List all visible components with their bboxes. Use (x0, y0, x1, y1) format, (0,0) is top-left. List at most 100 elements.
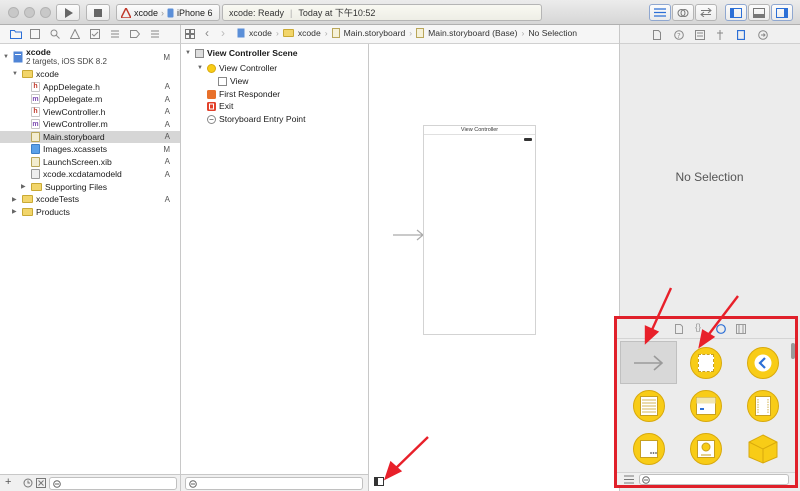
breadcrumb-item[interactable]: xcode (298, 28, 321, 38)
disclosure-triangle-icon[interactable]: ▼ (12, 71, 20, 77)
minimize-window-button[interactable] (24, 7, 35, 18)
outline-view[interactable]: View (218, 76, 248, 86)
library-item-tab-bar-controller[interactable] (734, 384, 791, 427)
show-outline-button[interactable] (374, 477, 384, 486)
nav-file-main-storyboard[interactable]: Main.storyboard A (0, 130, 180, 143)
identity-inspector-icon[interactable] (695, 30, 705, 40)
library-item-collection-view-controller[interactable] (677, 384, 734, 427)
version-editor-button[interactable] (695, 4, 717, 21)
navigator-filter-bar: + (0, 474, 181, 491)
related-items-icon[interactable] (185, 29, 195, 39)
source-file-icon: m (31, 119, 40, 130)
grid-view-icon[interactable] (624, 475, 634, 484)
outline-exit[interactable]: Exit (207, 101, 233, 111)
breadcrumb-item[interactable]: Main.storyboard (Base) (428, 28, 517, 38)
disclosure-triangle-icon[interactable]: ▼ (197, 65, 205, 71)
attributes-inspector-icon[interactable] (716, 30, 724, 40)
outline-scene[interactable]: ▼ View Controller Scene (185, 48, 298, 58)
outline-filter-input[interactable] (185, 477, 363, 490)
report-icon[interactable] (150, 29, 160, 39)
nav-file-appdelegate-m[interactable]: m AppDelegate.m A (0, 93, 180, 106)
back-button[interactable]: ‹ (205, 26, 209, 40)
asset-catalog-icon (31, 144, 40, 155)
disclosure-triangle-icon[interactable]: ▼ (185, 50, 193, 56)
chevron-right-icon: › (275, 28, 279, 38)
toggle-utilities-button[interactable] (771, 4, 793, 21)
view-controller-frame[interactable]: View Controller (423, 125, 536, 335)
library-filter-input[interactable] (639, 474, 789, 485)
library-item-glkit-view-controller[interactable] (734, 427, 791, 470)
breakpoint-icon[interactable] (130, 29, 140, 39)
test-icon[interactable] (90, 29, 100, 39)
scheme-selector[interactable]: xcode › iPhone 6 (116, 4, 220, 21)
breadcrumb-item[interactable]: No Selection (528, 28, 577, 38)
project-subtitle: 2 targets, iOS SDK 8.2 (26, 57, 107, 66)
folder-icon[interactable] (10, 29, 22, 39)
object-library-icon[interactable] (716, 324, 726, 334)
toggle-navigator-button[interactable] (725, 4, 747, 21)
breadcrumb-item[interactable]: xcode (249, 28, 272, 38)
disclosure-triangle-icon[interactable]: ▼ (3, 54, 11, 60)
nav-folder-xcode[interactable]: ▼ xcode (0, 68, 180, 81)
project-navigator: ▼ xcode 2 targets, iOS SDK 8.2 M ▼ xcode… (0, 44, 181, 474)
filter-input[interactable] (49, 477, 177, 490)
run-button[interactable] (56, 4, 80, 21)
outline-first-responder-label: First Responder (219, 89, 281, 99)
add-button[interactable]: + (5, 476, 11, 488)
assistant-editor-button[interactable] (672, 4, 694, 21)
disclosure-triangle-icon[interactable]: ▶ (12, 208, 20, 215)
outline-first-responder[interactable]: First Responder (207, 89, 280, 99)
entry-point-arrow-icon[interactable] (393, 229, 425, 241)
nav-file-launchscreen-xib[interactable]: LaunchScreen.xib A (0, 156, 180, 169)
library-item-split-view-controller[interactable] (620, 427, 677, 470)
help-inspector-icon[interactable]: ? (674, 30, 684, 40)
forward-button[interactable]: › (221, 26, 225, 40)
status-badge: M (163, 52, 170, 62)
disclosure-triangle-icon[interactable]: ▶ (12, 196, 20, 203)
code-snippet-icon[interactable]: {} (695, 322, 701, 332)
connections-inspector-icon[interactable] (758, 30, 768, 40)
close-window-button[interactable] (8, 7, 19, 18)
file-template-icon[interactable] (675, 324, 683, 334)
size-inspector-icon[interactable] (737, 30, 745, 40)
library-item-entry-arrow[interactable] (620, 341, 677, 384)
nav-file-appdelegate-h[interactable]: h AppDelegate.h A (0, 81, 180, 94)
outline-entry-point[interactable]: Storyboard Entry Point (207, 114, 305, 124)
status-badge: A (164, 194, 170, 204)
file-inspector-icon[interactable] (653, 30, 661, 40)
nav-file-datamodel[interactable]: xcode.xcdatamodeld A (0, 168, 180, 181)
stop-button[interactable] (86, 4, 110, 21)
outline-view-controller[interactable]: ▼ View Controller (197, 63, 277, 73)
media-library-icon[interactable] (736, 324, 746, 334)
nav-folder-supporting-files[interactable]: ▶ Supporting Files (0, 181, 180, 194)
library-item-view-controller[interactable] (677, 341, 734, 384)
breadcrumb-item[interactable]: Main.storyboard (344, 28, 406, 38)
search-icon[interactable] (50, 29, 60, 39)
library-scrollbar[interactable] (791, 343, 795, 359)
nav-file-viewcontroller-h[interactable]: h ViewController.h A (0, 106, 180, 119)
library-item-navigation-controller[interactable] (734, 341, 791, 384)
folder-icon (31, 182, 42, 191)
version-editor-icon (700, 8, 712, 17)
status-badge: A (164, 157, 170, 167)
standard-editor-button[interactable] (649, 4, 671, 21)
svg-text:?: ? (677, 32, 681, 40)
nav-file-images-xcassets[interactable]: Images.xcassets M (0, 143, 180, 156)
debug-icon[interactable] (110, 29, 120, 39)
library-item-table-view-controller[interactable] (620, 384, 677, 427)
source-control-filter-icon[interactable] (36, 478, 46, 488)
jump-bar: ‹ › xcode › xcode › Main.storyboard › Ma… (181, 25, 619, 44)
issue-icon[interactable] (70, 29, 80, 39)
nav-file-viewcontroller-m[interactable]: m ViewController.m A (0, 118, 180, 131)
filter-icon (642, 476, 650, 484)
nav-folder-xcodetests[interactable]: ▶ xcodeTests A (0, 193, 180, 206)
zoom-window-button[interactable] (40, 7, 51, 18)
outline-filter-bar (181, 474, 369, 491)
library-item-page-view-controller[interactable] (677, 427, 734, 470)
nav-folder-products[interactable]: ▶ Products (0, 206, 180, 219)
project-row[interactable]: ▼ xcode 2 targets, iOS SDK 8.2 M (0, 46, 180, 68)
symbol-icon[interactable] (30, 29, 40, 39)
recent-files-icon[interactable] (23, 478, 33, 488)
toggle-debug-area-button[interactable] (748, 4, 770, 21)
disclosure-triangle-icon[interactable]: ▶ (21, 183, 29, 190)
